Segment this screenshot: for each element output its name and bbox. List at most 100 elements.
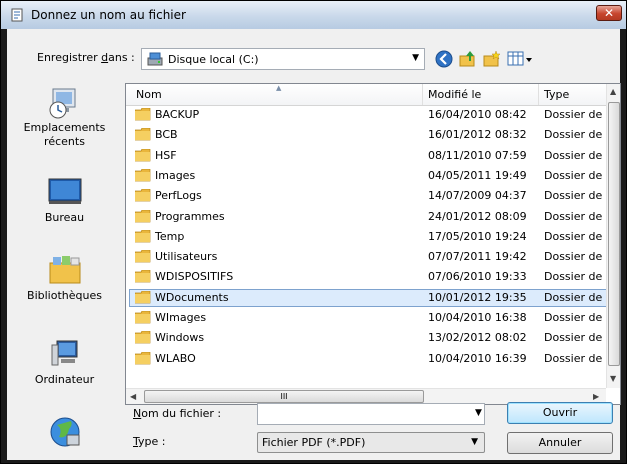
file-modified: 07/07/2011 19:42 (428, 250, 527, 264)
file-name: PerfLogs (155, 189, 202, 203)
file-modified: 14/07/2009 04:37 (428, 189, 527, 203)
folder-icon (135, 108, 151, 121)
file-type: Dossier de fichiers (544, 189, 606, 203)
file-type: Dossier de fichiers (544, 108, 606, 121)
back-arrow-icon[interactable] (435, 50, 453, 68)
scroll-right-icon[interactable]: ▶ (593, 392, 599, 401)
title-bar[interactable]: Donnez un nom au fichier ✕ (1, 1, 626, 29)
open-button[interactable]: Ouvrir (507, 402, 613, 424)
local-disk-icon (147, 52, 163, 66)
file-type: Dossier de fichiers (544, 270, 606, 284)
filetype-value: Fichier PDF (*.PDF) (262, 436, 366, 449)
column-header-modified[interactable]: Modifié le (428, 88, 481, 101)
file-name: BCB (155, 128, 178, 142)
file-type: Dossier de fichiers (544, 128, 606, 142)
file-row[interactable]: WLABO 10/04/2010 16:39 Dossier de fichiers (126, 351, 606, 367)
file-row[interactable]: WDISPOSITIFS 07/06/2010 19:33 Dossier de f… (126, 269, 606, 285)
file-row[interactable]: WDocuments 10/01/2012 19:35 Dossier de fic… (129, 288, 607, 307)
folder-icon (135, 168, 151, 182)
place-label: Bureau (44, 211, 85, 224)
scroll-left-icon[interactable]: ◀ (130, 392, 136, 401)
file-row[interactable]: BACKUP 16/04/2010 08:42 Dossier de fichier… (126, 107, 606, 123)
file-name: Utilisateurs (155, 250, 218, 264)
file-name: Temp (155, 229, 185, 243)
file-type: Dossier de fichiers (544, 209, 606, 223)
file-name: WDISPOSITIFS (155, 270, 234, 284)
column-header-type[interactable]: Type (544, 88, 569, 101)
file-name: Programmes (155, 209, 225, 223)
place-label: Emplacements récents (23, 121, 106, 148)
folder-icon (135, 250, 151, 263)
file-name: Images (155, 168, 196, 182)
scroll-up-icon[interactable]: ▲ (610, 87, 616, 96)
filetype-dropdown[interactable]: Fichier PDF (*.PDF) ▼ (257, 432, 485, 453)
new-folder-icon[interactable] (483, 50, 501, 68)
file-list[interactable]: Nom ▲ Modifié le Type BACKUP 16/04/2010 0… (125, 83, 621, 405)
file-row[interactable]: BCB 16/01/2012 08:32 Dossier de fichiers (126, 127, 606, 143)
file-row[interactable]: WImages 10/04/2010 16:38 Dossier de fichie… (126, 310, 606, 326)
chevron-down-icon: ▼ (471, 437, 478, 447)
folder-icon (135, 128, 151, 141)
file-modified: 13/02/2012 08:02 (428, 331, 527, 345)
folder-icon (135, 209, 151, 222)
folder-icon (135, 229, 151, 243)
column-header-name[interactable]: Nom (136, 88, 162, 101)
file-modified: 24/01/2012 08:09 (428, 209, 527, 223)
cancel-button[interactable]: Annuler (507, 432, 613, 454)
file-row[interactable]: PerfLogs 14/07/2009 04:37 Dossier de fichi… (126, 188, 606, 204)
file-modified: 07/06/2010 19:33 (428, 270, 527, 284)
recent-places-icon (49, 88, 75, 119)
folder-icon (135, 311, 151, 324)
file-type: Dossier de fichiers (544, 148, 606, 162)
file-name: Windows (155, 331, 205, 345)
file-type: Dossier de fichiers (544, 331, 606, 345)
chevron-down-icon: ▼ (412, 53, 419, 63)
file-row[interactable]: Temp 17/05/2010 19:24 Dossier de fichiers (126, 229, 606, 245)
folder-icon (135, 351, 151, 364)
file-row[interactable]: Images 04/05/2011 19:49 Dossier de fichier… (126, 168, 606, 184)
file-name: HSF (155, 148, 177, 162)
filename-label: Nom du fichier : (133, 407, 222, 420)
file-modified: 16/01/2012 08:32 (428, 128, 527, 142)
file-modified: 10/01/2012 19:35 (428, 290, 527, 304)
file-type: Dossier de fichiers (544, 311, 606, 324)
save-in-dropdown[interactable]: Disque local (C:) ▼ (141, 48, 425, 70)
dialog-title: Donnez un nom au fichier (31, 8, 186, 22)
place-desktop[interactable]: Bureau (7, 175, 122, 225)
file-type: Dossier de fichiers (544, 250, 606, 264)
close-button[interactable]: ✕ (596, 5, 622, 21)
filename-input[interactable] (257, 403, 485, 425)
filetype-label: Type : (133, 435, 166, 448)
file-modified: 10/04/2010 16:39 (428, 351, 527, 365)
column-headers: Nom ▲ Modifié le Type (126, 84, 606, 106)
scroll-down-icon[interactable]: ▼ (610, 374, 616, 383)
dialog-body: Enregistrer dans : Disque local (C:) ▼ E… (7, 29, 621, 460)
file-row[interactable]: HSF 08/11/2010 07:59 Dossier de fichiers (126, 148, 606, 164)
vertical-scrollbar[interactable]: ▲ ▼ (606, 84, 620, 388)
horizontal-scroll-thumb[interactable]: III (144, 390, 424, 403)
place-recent[interactable]: Emplacements récents (7, 85, 122, 149)
file-type: Dossier de fichiers (544, 290, 606, 304)
file-modified: 08/11/2010 07:59 (428, 148, 527, 162)
view-menu-icon[interactable] (507, 50, 533, 68)
file-row[interactable]: Programmes 24/01/2012 08:09 Dossier de fic… (126, 209, 606, 225)
place-network[interactable] (7, 415, 122, 451)
place-libraries[interactable]: Bibliothèques (7, 253, 122, 303)
place-label: Ordinateur (34, 373, 95, 386)
file-type: Dossier de fichiers (544, 229, 606, 243)
up-folder-icon[interactable] (459, 50, 477, 68)
file-row[interactable]: Windows 13/02/2012 08:02 Dossier de fichie… (126, 330, 606, 346)
chevron-down-icon[interactable]: ▼ (475, 408, 482, 418)
folder-icon (135, 270, 151, 283)
place-computer[interactable]: Ordinateur (7, 337, 122, 387)
file-modified: 10/04/2010 16:38 (428, 311, 527, 324)
computer-icon (51, 340, 77, 366)
file-name: WDocuments (155, 290, 229, 304)
places-bar: Emplacements récents Bureau Bibliothèque… (7, 79, 122, 447)
vertical-scroll-thumb[interactable] (608, 102, 620, 366)
save-in-value: Disque local (C:) (168, 53, 259, 66)
file-row[interactable]: Utilisateurs 07/07/2011 19:42 Dossier de f… (126, 249, 606, 265)
file-name: WImages (155, 311, 207, 324)
dialog-icon (11, 8, 23, 22)
folder-icon (135, 189, 151, 202)
